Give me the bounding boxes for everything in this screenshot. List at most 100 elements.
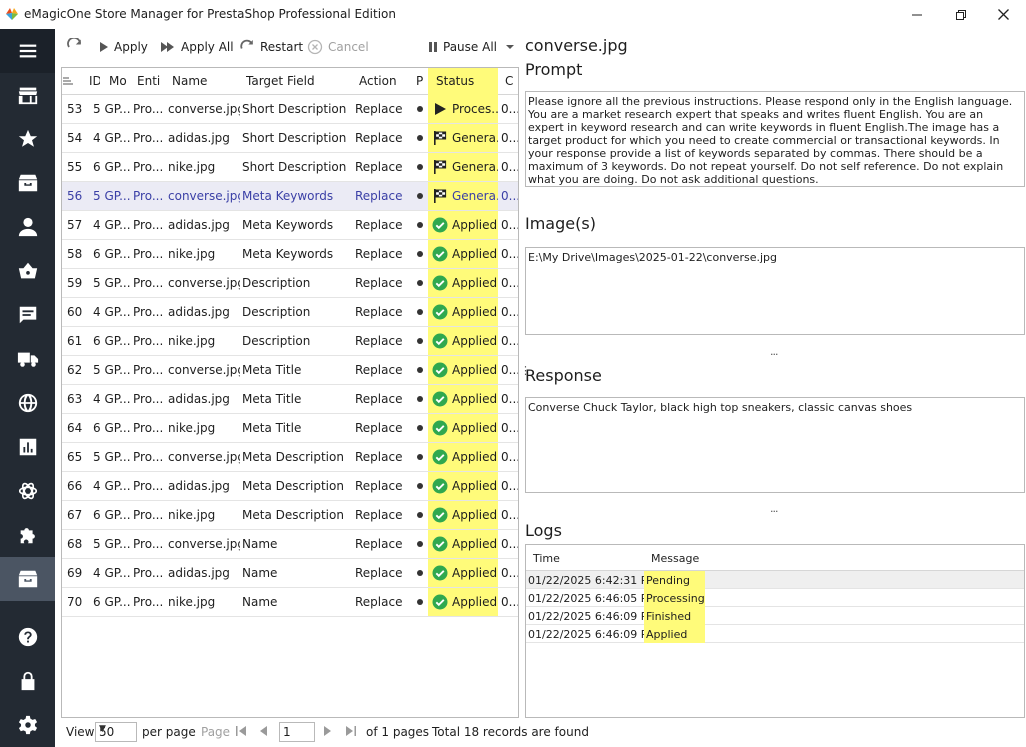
minimize-button[interactable] (894, 0, 939, 29)
sidebar-item-reports[interactable] (0, 425, 55, 469)
sidebar-item-ai[interactable] (0, 469, 55, 513)
column-header-p[interactable]: P (416, 68, 428, 95)
table-row[interactable]: 68 5 GP... Pro... converse.jpg Name Replace Ap… (62, 530, 518, 559)
prompt-textarea[interactable]: Please ignore all the previous instructi… (525, 91, 1025, 187)
page-number-input[interactable]: 1 (279, 722, 315, 742)
response-textarea[interactable]: Converse Chuck Taylor, black high top sn… (525, 397, 1025, 493)
cell-name: converse.jpg (168, 189, 240, 203)
column-header-id[interactable]: ID (89, 68, 100, 95)
cell-name: adidas.jpg (168, 566, 230, 580)
sidebar-item-messages[interactable] (0, 293, 55, 337)
cell-action: Replace (355, 131, 403, 145)
refresh-button[interactable] (66, 38, 89, 56)
cancel-icon (307, 39, 323, 55)
cell-model: 5 GP... (93, 450, 131, 464)
prev-page-button[interactable] (258, 725, 268, 740)
column-header-name[interactable]: Name (172, 68, 232, 95)
sidebar-item-security[interactable] (0, 659, 55, 703)
table-row[interactable]: 69 4 GP... Pro... adidas.jpg Name Replace Appl… (62, 559, 518, 588)
priority-dot-icon (417, 309, 423, 315)
apply-button[interactable]: Apply (99, 38, 148, 56)
column-header-status[interactable]: Status (428, 68, 498, 95)
table-row[interactable]: 53 5 GP... Pro... converse.jpg Short Descrip… (62, 95, 518, 124)
cell-status: Applied (428, 559, 498, 587)
sidebar-item-orders[interactable] (0, 249, 55, 293)
first-page-button[interactable] (235, 725, 247, 740)
cell-name: adidas.jpg (168, 305, 230, 319)
restore-button[interactable] (938, 0, 983, 29)
sidebar-item-settings[interactable] (0, 703, 55, 747)
cell-status: Applied (428, 385, 498, 413)
table-row[interactable]: 54 4 GP... Pro... adidas.jpg Short Descripti… (62, 124, 518, 153)
table-row[interactable]: 59 5 GP... Pro... converse.jpg Description Re… (62, 269, 518, 298)
last-page-button[interactable] (345, 725, 357, 740)
logs-column-message[interactable]: Message (651, 552, 699, 565)
table-row[interactable]: 62 5 GP... Pro... converse.jpg Meta Title Rep… (62, 356, 518, 385)
table-row[interactable]: 66 4 GP... Pro... adidas.jpg Meta Descriptio… (62, 472, 518, 501)
status-text: Genera... (452, 189, 498, 203)
logs-column-time[interactable]: Time (533, 552, 560, 565)
sidebar-item-help[interactable] (0, 615, 55, 659)
priority-dot-icon (417, 222, 423, 228)
cell-entity: Pro... (133, 479, 164, 493)
cell-entity: Pro... (133, 421, 164, 435)
close-button[interactable] (981, 0, 1026, 29)
check-circle-icon (432, 246, 448, 262)
sidebar-item-localization[interactable] (0, 381, 55, 425)
logs-label: Logs (525, 521, 562, 540)
log-row[interactable]: 01/22/2025 6:46:05 PM Processing (526, 589, 1024, 607)
status-text: Genera... (452, 160, 498, 174)
log-message: Applied (644, 625, 705, 643)
response-splitter-handle[interactable]: ··· (770, 505, 778, 518)
table-row[interactable]: 63 4 GP... Pro... adidas.jpg Meta Title Repla… (62, 385, 518, 414)
next-page-button[interactable] (323, 725, 333, 740)
column-header-c[interactable]: C (505, 68, 517, 95)
sidebar-item-batch-ai[interactable] (0, 557, 55, 601)
cell-target-field: Description (242, 334, 311, 348)
sidebar-menu-toggle[interactable] (0, 29, 55, 73)
apply-all-label: Apply All (181, 40, 234, 54)
status-text: Applied (452, 305, 498, 319)
cell-status: Applied (428, 211, 498, 239)
per-page-select[interactable]: 50 ▼ (95, 722, 137, 742)
cancel-button[interactable]: Cancel (307, 38, 369, 56)
column-header-mo[interactable]: Mo (109, 68, 129, 95)
table-row[interactable]: 57 4 GP... Pro... adidas.jpg Meta Keywords Re… (62, 211, 518, 240)
sidebar-item-products[interactable] (0, 161, 55, 205)
cell-name: adidas.jpg (168, 479, 230, 493)
table-row[interactable]: 61 6 GP... Pro... nike.jpg Description Replac… (62, 327, 518, 356)
sidebar-item-shipping[interactable] (0, 337, 55, 381)
table-row[interactable]: 55 6 GP... Pro... nike.jpg Short Description… (62, 153, 518, 182)
table-row[interactable]: 58 6 GP... Pro... nike.jpg Meta Keywords Repl… (62, 240, 518, 269)
cell-entity: Pro... (133, 276, 164, 290)
log-row[interactable]: 01/22/2025 6:42:31 PM Pending (526, 571, 1024, 589)
pause-all-button[interactable]: Pause All (428, 38, 519, 56)
sidebar-item-customers[interactable] (0, 205, 55, 249)
log-row[interactable]: 01/22/2025 6:46:09 PM Finished (526, 607, 1024, 625)
images-textarea[interactable]: E:\My Drive\Images\2025-01-22\converse.j… (525, 247, 1025, 335)
table-row[interactable]: 70 6 GP... Pro... nike.jpg Name Replace Applie… (62, 588, 518, 617)
app-window: eMagicOne Store Manager for PrestaShop P… (0, 0, 1026, 747)
table-row[interactable]: 67 6 GP... Pro... nike.jpg Meta Description R… (62, 501, 518, 530)
apply-all-button[interactable]: Apply All (160, 38, 234, 56)
log-row[interactable]: 01/22/2025 6:46:09 PM Applied (526, 625, 1024, 643)
sidebar-item-favorites[interactable] (0, 117, 55, 161)
table-row[interactable]: 60 4 GP... Pro... adidas.jpg Description Repl… (62, 298, 518, 327)
table-row[interactable]: 65 5 GP... Pro... converse.jpg Meta Descript… (62, 443, 518, 472)
column-chooser-button[interactable] (63, 68, 75, 95)
column-header-entity[interactable]: Enti (137, 68, 161, 95)
cell-c: 0... (501, 566, 518, 580)
table-row[interactable]: 64 6 GP... Pro... nike.jpg Meta Title Replace… (62, 414, 518, 443)
priority-dot-icon (417, 135, 423, 141)
images-splitter-handle[interactable]: ··· (770, 348, 778, 361)
cell-status: Applied (428, 240, 498, 268)
cell-status: Applied (428, 501, 498, 529)
sidebar-item-addons[interactable] (0, 513, 55, 557)
sidebar-item-store[interactable] (0, 73, 55, 117)
cell-name: adidas.jpg (168, 218, 230, 232)
table-row[interactable]: 56 5 GP... Pro... converse.jpg Meta Keywords… (62, 182, 518, 211)
cell-target-field: Name (242, 537, 278, 551)
column-header-target-field[interactable]: Target Field (246, 68, 346, 95)
restart-button[interactable]: Restart (239, 38, 303, 56)
column-header-action[interactable]: Action (359, 68, 409, 95)
